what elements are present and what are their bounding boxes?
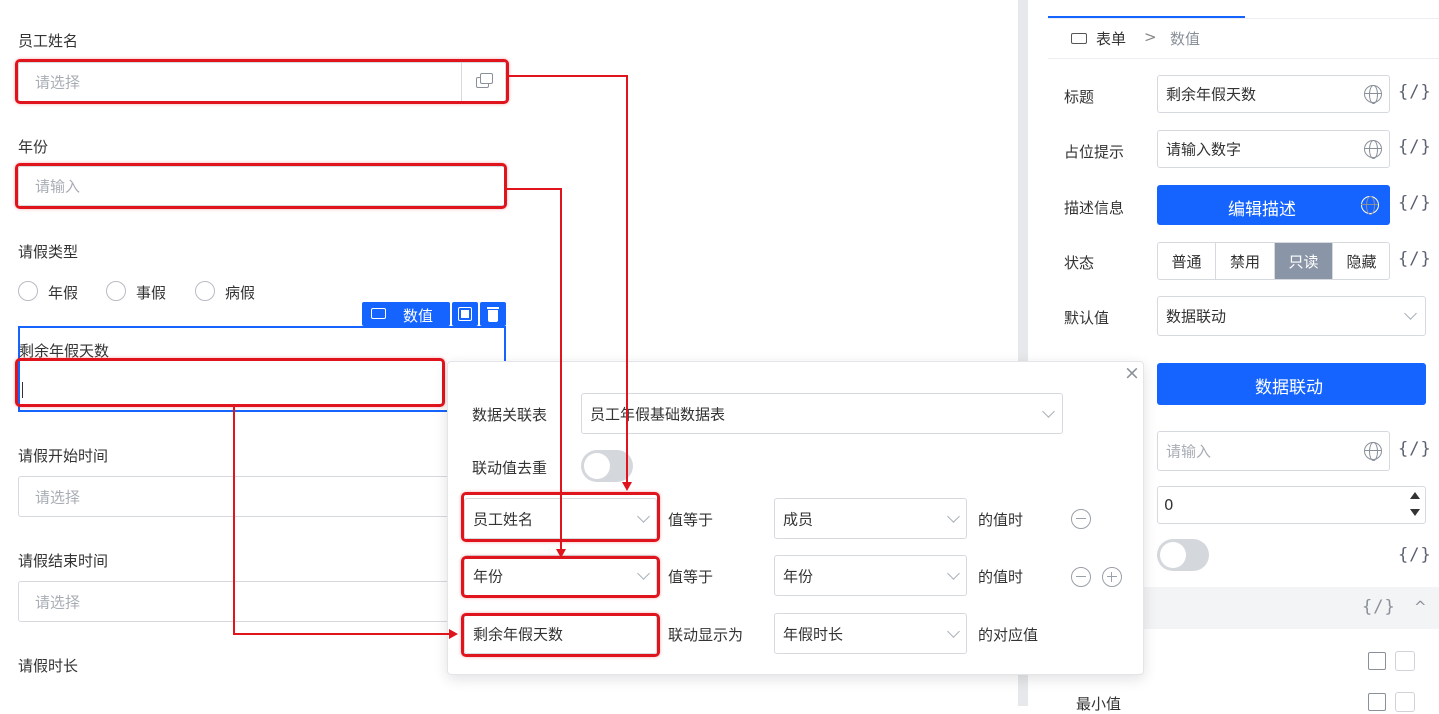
arrow-remaining-days bbox=[233, 407, 450, 635]
arrow-head bbox=[556, 549, 566, 558]
arrow-head bbox=[449, 629, 458, 639]
arrow-year bbox=[507, 188, 562, 550]
annotation-arrows bbox=[233, 75, 632, 639]
arrow-head bbox=[622, 482, 632, 491]
arrow-employee-name bbox=[509, 75, 628, 483]
